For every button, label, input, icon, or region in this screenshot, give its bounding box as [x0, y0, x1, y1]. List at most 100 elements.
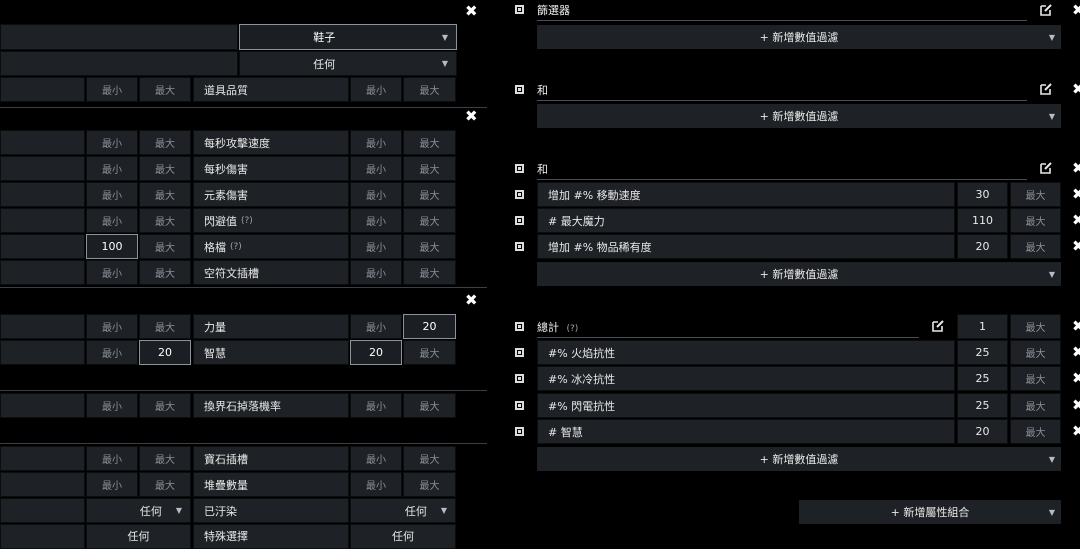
max-input[interactable]: 最大	[139, 130, 191, 155]
checkbox-icon[interactable]	[515, 322, 524, 331]
help-icon[interactable]: (?)	[241, 216, 253, 226]
min-input[interactable]: 最小	[86, 314, 138, 339]
group-count-min-input[interactable]: 1	[957, 314, 1008, 339]
stat-max-input[interactable]: 最大	[1010, 234, 1061, 259]
gem-sockets-max-input[interactable]: 最大	[403, 446, 456, 471]
checkbox-icon[interactable]	[515, 5, 524, 14]
close-icon[interactable]: ✖	[1072, 424, 1080, 439]
max-input[interactable]: 最大	[139, 393, 191, 418]
evasion-min-input[interactable]: 最小	[350, 208, 402, 233]
checkbox-icon[interactable]	[515, 85, 524, 94]
stat-max-input[interactable]: 最大	[1010, 340, 1061, 365]
min-input[interactable]: 最小	[86, 446, 138, 471]
chaos-orb-rate-min-input[interactable]: 最小	[350, 393, 402, 418]
close-icon[interactable]: ✖	[465, 109, 478, 124]
intelligence-max-input[interactable]: 最大	[403, 340, 456, 365]
stat-min-input[interactable]: 110	[957, 208, 1008, 233]
aps-max-input[interactable]: 最大	[403, 130, 456, 155]
max-input[interactable]: 最大	[139, 234, 191, 259]
min-input[interactable]: 最小	[86, 130, 138, 155]
strength-max-input[interactable]: 20	[403, 314, 456, 339]
add-stat-group-button[interactable]: + 新增屬性組合 ▼	[799, 500, 1061, 524]
rarity-dropdown[interactable]: 任何 ▼	[239, 51, 457, 76]
max-input[interactable]: 最大	[139, 156, 191, 181]
stat-max-input[interactable]: 最大	[1010, 208, 1061, 233]
elemental-damage-min-input[interactable]: 最小	[350, 182, 402, 207]
close-icon[interactable]: ✖	[1072, 3, 1080, 18]
stack-size-max-input[interactable]: 最大	[403, 472, 456, 497]
close-icon[interactable]: ✖	[1072, 161, 1080, 176]
edit-icon[interactable]	[1040, 82, 1053, 95]
min-input[interactable]: 最小	[86, 208, 138, 233]
strength-min-input[interactable]: 最小	[350, 314, 402, 339]
stat-min-input[interactable]: 25	[957, 366, 1008, 391]
max-input[interactable]: 20	[139, 340, 191, 365]
stat-max-input[interactable]: 最大	[1010, 393, 1061, 418]
stat-max-input[interactable]: 最大	[1010, 419, 1061, 444]
checkbox-icon[interactable]	[515, 242, 524, 251]
stat-max-input[interactable]: 最大	[1010, 366, 1061, 391]
item-type-dropdown[interactable]: 鞋子 ▼	[239, 24, 457, 50]
group-count-max-input[interactable]: 最大	[1010, 314, 1061, 339]
help-icon[interactable]: (?)	[230, 242, 242, 252]
aps-min-input[interactable]: 最小	[350, 130, 402, 155]
checkbox-icon[interactable]	[515, 216, 524, 225]
gem-sockets-min-input[interactable]: 最小	[350, 446, 402, 471]
close-icon[interactable]: ✖	[1072, 371, 1080, 386]
stat-min-input[interactable]: 20	[957, 419, 1008, 444]
stat-min-input[interactable]: 25	[957, 393, 1008, 418]
checkbox-icon[interactable]	[515, 348, 524, 357]
checkbox-icon[interactable]	[515, 401, 524, 410]
min-input[interactable]: 100	[86, 234, 138, 259]
close-icon[interactable]: ✖	[1072, 319, 1080, 334]
close-icon[interactable]: ✖	[465, 4, 478, 19]
help-icon[interactable]: (?)	[567, 324, 579, 334]
checkbox-icon[interactable]	[515, 164, 524, 173]
edit-icon[interactable]	[1040, 3, 1053, 16]
evasion-max-input[interactable]: 最大	[403, 208, 456, 233]
rune-sockets-max-input[interactable]: 最大	[403, 260, 456, 285]
any-dropdown[interactable]: 任何 ▼	[86, 498, 191, 523]
stat-max-input[interactable]: 最大	[1010, 182, 1061, 207]
add-stat-filter-button[interactable]: + 新增數值過濾 ▼	[537, 104, 1061, 128]
min-input[interactable]: 最小	[86, 393, 138, 418]
min-input[interactable]: 最小	[86, 472, 138, 497]
checkbox-icon[interactable]	[515, 374, 524, 383]
close-icon[interactable]: ✖	[1072, 213, 1080, 228]
close-icon[interactable]: ✖	[1072, 345, 1080, 360]
checkbox-icon[interactable]	[515, 427, 524, 436]
dps-max-input[interactable]: 最大	[403, 156, 456, 181]
close-icon[interactable]: ✖	[465, 293, 478, 308]
stat-min-input[interactable]: 30	[957, 182, 1008, 207]
min-input[interactable]: 最小	[86, 340, 138, 365]
close-icon[interactable]: ✖	[1072, 239, 1080, 254]
max-input[interactable]: 最大	[139, 314, 191, 339]
min-input[interactable]: 最小	[86, 156, 138, 181]
stat-min-input[interactable]: 20	[957, 234, 1008, 259]
max-input[interactable]: 最大	[139, 77, 191, 102]
corrupted-dropdown[interactable]: 任何 ▼	[350, 498, 456, 523]
max-input[interactable]: 最大	[139, 260, 191, 285]
elemental-damage-max-input[interactable]: 最大	[403, 182, 456, 207]
dps-min-input[interactable]: 最小	[350, 156, 402, 181]
stack-size-min-input[interactable]: 最小	[350, 472, 402, 497]
edit-icon[interactable]	[932, 319, 945, 332]
item-quality-max-input[interactable]: 最大	[403, 77, 456, 102]
block-min-input[interactable]: 最小	[350, 234, 402, 259]
add-stat-filter-button[interactable]: + 新增數值過濾 ▼	[537, 25, 1061, 49]
rune-sockets-min-input[interactable]: 最小	[350, 260, 402, 285]
close-icon[interactable]: ✖	[1072, 398, 1080, 413]
stat-min-input[interactable]: 25	[957, 340, 1008, 365]
min-input[interactable]: 最小	[86, 260, 138, 285]
close-icon[interactable]: ✖	[1072, 187, 1080, 202]
item-quality-min-input[interactable]: 最小	[350, 77, 402, 102]
intelligence-min-input[interactable]: 20	[350, 340, 402, 365]
max-input[interactable]: 最大	[139, 446, 191, 471]
max-input[interactable]: 最大	[139, 182, 191, 207]
min-input[interactable]: 最小	[86, 77, 138, 102]
checkbox-icon[interactable]	[515, 190, 524, 199]
close-icon[interactable]: ✖	[1072, 82, 1080, 97]
add-stat-filter-button[interactable]: + 新增數值過濾 ▼	[537, 262, 1061, 286]
edit-icon[interactable]	[1040, 161, 1053, 174]
max-input[interactable]: 最大	[139, 208, 191, 233]
